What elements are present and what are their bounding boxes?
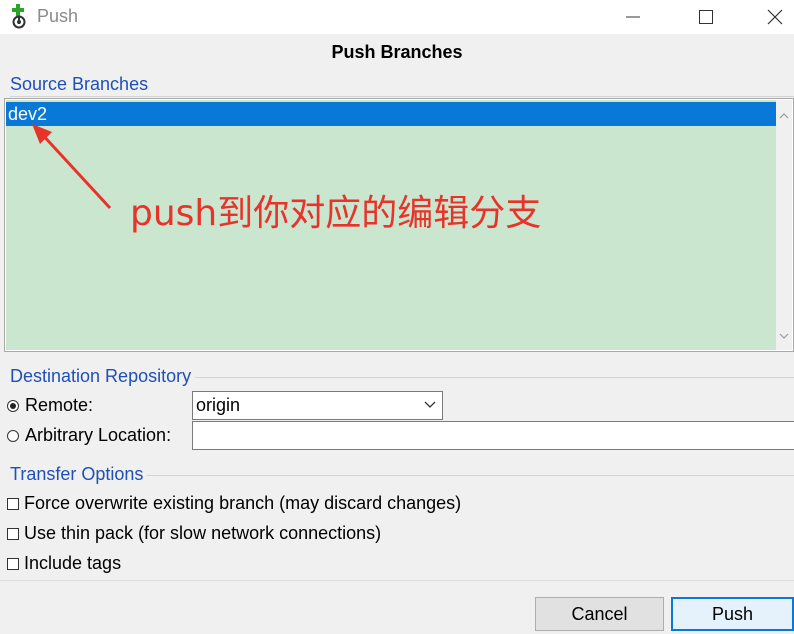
include-tags-label: Include tags [24, 553, 122, 573]
maximize-button[interactable] [682, 0, 728, 34]
arbitrary-location-input[interactable] [192, 421, 794, 450]
push-button[interactable]: Push [671, 597, 794, 631]
scroll-up-icon[interactable] [779, 112, 789, 120]
maximize-icon [699, 10, 713, 24]
title-bar: Push [0, 0, 794, 34]
transfer-options-label: Transfer Options [10, 464, 148, 485]
close-button[interactable] [752, 0, 794, 34]
annotation-text: push到你对应的编辑分支 [130, 193, 542, 234]
minimize-icon [626, 16, 640, 18]
git-push-icon [10, 4, 30, 30]
list-item[interactable]: dev2 [6, 102, 776, 126]
include-tags-checkbox[interactable] [7, 558, 19, 570]
dialog-heading: Push Branches [331, 42, 463, 62]
arbitrary-location-radio[interactable] [7, 430, 19, 442]
scroll-down-icon[interactable] [779, 332, 789, 340]
force-overwrite-checkbox[interactable] [7, 498, 19, 510]
force-overwrite-label: Force overwrite existing branch (may dis… [24, 493, 462, 513]
arbitrary-location-label: Arbitrary Location: [25, 425, 172, 445]
cancel-button[interactable]: Cancel [535, 597, 664, 631]
remote-select-value: origin [196, 395, 241, 415]
thin-pack-checkbox[interactable] [7, 528, 19, 540]
source-branches-label: Source Branches [10, 74, 153, 95]
footer-divider [0, 580, 794, 581]
remote-select[interactable]: origin [192, 391, 443, 420]
scrollbar[interactable] [776, 100, 792, 350]
minimize-button[interactable] [610, 0, 656, 34]
chevron-down-icon [424, 401, 436, 408]
window-title: Push [37, 6, 79, 26]
thin-pack-label: Use thin pack (for slow network connecti… [24, 523, 382, 543]
group-divider [10, 96, 794, 97]
close-icon [767, 9, 783, 25]
annotation-arrow-icon [32, 124, 112, 210]
destination-repository-label: Destination Repository [10, 366, 196, 387]
remote-radio[interactable] [7, 400, 19, 412]
remote-label: Remote: [25, 395, 94, 415]
